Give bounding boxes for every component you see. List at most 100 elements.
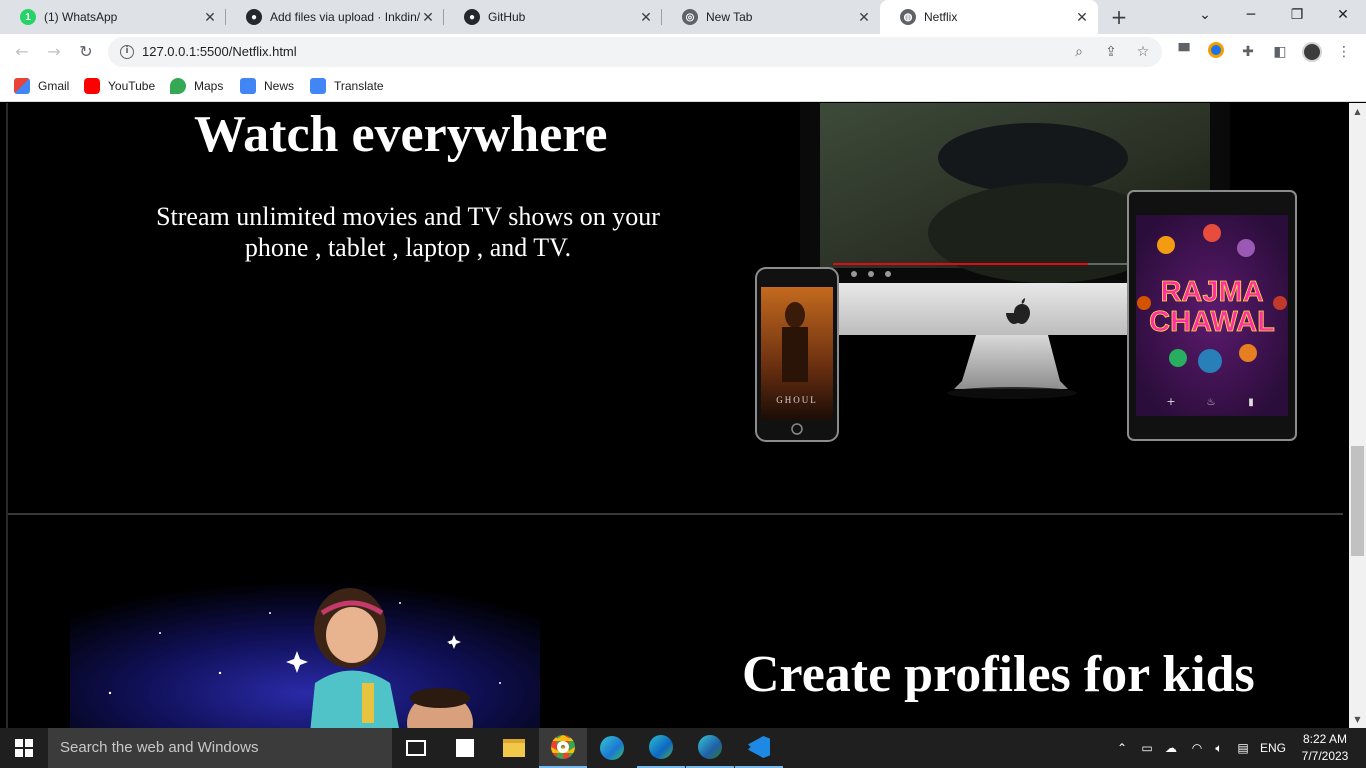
cast-icon[interactable]: ▀ — [1174, 42, 1194, 62]
volume-icon[interactable]: 🔈︎ — [1208, 728, 1230, 768]
back-button[interactable]: ← — [10, 40, 34, 64]
bookmark-label: Maps — [194, 79, 224, 93]
page-left-border — [6, 103, 8, 728]
watch-everywhere-heading: Watch everywhere — [194, 106, 608, 163]
close-tab-icon[interactable]: ✕ — [638, 9, 654, 25]
tab-whatsapp[interactable]: 1 (1) WhatsApp ✕ — [0, 0, 226, 34]
vscode-icon — [748, 736, 770, 758]
watch-text-line-2: phone , tablet , laptop , and TV. — [244, 233, 572, 262]
tab-title: GitHub — [488, 10, 526, 24]
task-view-button[interactable] — [392, 728, 440, 768]
scroll-down-arrow-icon[interactable]: ▼ — [1349, 711, 1366, 728]
menu-kebab-icon[interactable]: ⋮ — [1334, 42, 1354, 62]
bookmark-translate[interactable]: Translate — [310, 76, 384, 96]
tab-search-button[interactable]: ⌄ — [1182, 0, 1228, 32]
github-icon: ● — [246, 9, 262, 25]
battery-icon[interactable]: ▭ — [1136, 728, 1158, 768]
address-bar[interactable]: i 127.0.0.1:5500/Netflix.html ⌕ ⇪ ☆ — [108, 37, 1162, 67]
tab-title: Add files via upload · Inkdin/ — [270, 10, 421, 24]
taskbar-search-input[interactable]: Search the web and Windows — [48, 728, 392, 768]
whatsapp-icon: 1 — [20, 9, 36, 25]
edge-beta-icon — [649, 735, 673, 759]
chrome-taskbar-button[interactable] — [539, 728, 587, 768]
bookmark-star-icon[interactable]: ☆ — [1134, 43, 1152, 61]
side-panel-icon[interactable]: ◧ — [1270, 42, 1290, 62]
extension-badge-icon[interactable] — [1206, 42, 1226, 62]
edge-icon — [600, 736, 624, 760]
file-explorer-button[interactable] — [490, 728, 538, 768]
bookmark-news[interactable]: News — [240, 76, 294, 96]
store-button[interactable] — [441, 728, 489, 768]
watch-text-line-1: Stream unlimited movies and TV shows on … — [156, 202, 660, 231]
language-indicator[interactable]: ENG — [1258, 728, 1288, 768]
chrome-icon: ◎ — [682, 9, 698, 25]
tab-add-files[interactable]: ● Add files via upload · Inkdin/ ✕ — [226, 0, 444, 34]
edge-taskbar-button[interactable] — [588, 728, 636, 768]
zoom-icon[interactable]: ⌕ — [1070, 43, 1088, 61]
close-tab-icon[interactable]: ✕ — [1074, 9, 1090, 25]
close-window-button[interactable]: ✕ — [1320, 0, 1366, 32]
tab-github[interactable]: ● GitHub ✕ — [444, 0, 662, 34]
close-tab-icon[interactable]: ✕ — [202, 9, 218, 25]
chrome-icon — [551, 735, 575, 759]
store-icon — [456, 739, 474, 757]
close-tab-icon[interactable]: ✕ — [856, 9, 872, 25]
browser-toolbar: ← → ↻ i 127.0.0.1:5500/Netflix.html ⌕ ⇪ … — [0, 34, 1366, 70]
maps-icon — [170, 78, 186, 94]
bookmarks-bar: Gmail YouTube Maps News Translate — [0, 70, 1366, 102]
onedrive-icon[interactable]: ☁ — [1160, 728, 1182, 768]
vscode-taskbar-button[interactable] — [735, 728, 783, 768]
rajma-title-line-2: CHAWAL — [1149, 306, 1275, 338]
windows-logo-icon — [15, 739, 33, 757]
page-viewport: Watch everywhere Stream unlimited movies… — [0, 103, 1366, 728]
task-view-icon — [406, 740, 426, 756]
globe-icon: ◍ — [900, 9, 916, 25]
share-icon[interactable]: ⇪ — [1102, 43, 1120, 61]
edge-dev-taskbar-button[interactable] — [686, 728, 734, 768]
tab-title: Netflix — [924, 10, 958, 24]
start-button[interactable] — [0, 728, 48, 768]
extensions-puzzle-icon[interactable]: ✚ — [1238, 42, 1258, 62]
minimize-button[interactable]: ─ — [1228, 0, 1274, 32]
translate-icon — [310, 78, 326, 94]
file-explorer-icon — [503, 739, 525, 757]
clock-date: 7/7/2023 — [1301, 749, 1349, 763]
svg-text:♨: ♨ — [1207, 397, 1216, 408]
page-scrollbar[interactable]: ▲ ▼ — [1349, 103, 1366, 728]
reload-button[interactable]: ↻ — [74, 40, 98, 64]
create-profiles-heading: Create profiles for kids — [742, 646, 1255, 703]
svg-text:▮: ▮ — [1248, 397, 1254, 408]
close-tab-icon[interactable]: ✕ — [420, 9, 436, 25]
site-info-icon[interactable]: i — [120, 45, 134, 59]
section-divider — [8, 513, 1343, 515]
notifications-icon[interactable]: ▤ — [1232, 728, 1254, 768]
wifi-icon[interactable]: ◠ — [1186, 728, 1208, 768]
restore-button[interactable]: ❐ — [1274, 0, 1320, 32]
profile-avatar[interactable] — [1302, 42, 1322, 62]
scroll-up-arrow-icon[interactable]: ▲ — [1349, 103, 1366, 120]
tab-strip: 1 (1) WhatsApp ✕ ● Add files via upload … — [0, 0, 1366, 34]
scroll-thumb[interactable] — [1351, 446, 1364, 556]
tab-netflix[interactable]: ◍ Netflix ✕ — [880, 0, 1098, 34]
edge-beta-taskbar-button[interactable] — [637, 728, 685, 768]
tab-new-tab[interactable]: ◎ New Tab ✕ — [662, 0, 880, 34]
github-icon: ● — [464, 9, 480, 25]
tab-title: (1) WhatsApp — [44, 10, 118, 24]
gmail-icon — [14, 78, 30, 94]
bookmark-label: YouTube — [108, 79, 156, 93]
bookmark-label: Gmail — [38, 79, 70, 93]
bookmark-label: Translate — [334, 79, 384, 93]
taskbar-clock[interactable]: 8:22 AM 7/7/2023 — [1290, 731, 1360, 765]
bookmark-maps[interactable]: Maps — [170, 76, 223, 96]
bookmark-youtube[interactable]: YouTube — [84, 76, 155, 96]
ghoul-title: GHOUL — [776, 395, 818, 405]
bookmark-label: News — [264, 79, 295, 93]
bookmark-gmail[interactable]: Gmail — [14, 76, 69, 96]
kids-profile-image — [70, 573, 540, 728]
tray-chevron-icon[interactable]: ⌃ — [1112, 728, 1132, 768]
clock-time: 8:22 AM — [1302, 732, 1348, 746]
forward-button[interactable]: → — [42, 40, 66, 64]
windows-taskbar: Search the web and Windows ⌃ ▭ ☁ ◠ 🔈︎ ▤ … — [0, 728, 1366, 768]
address-url[interactable]: 127.0.0.1:5500/Netflix.html — [142, 44, 297, 59]
new-tab-button[interactable]: + — [1108, 6, 1130, 28]
